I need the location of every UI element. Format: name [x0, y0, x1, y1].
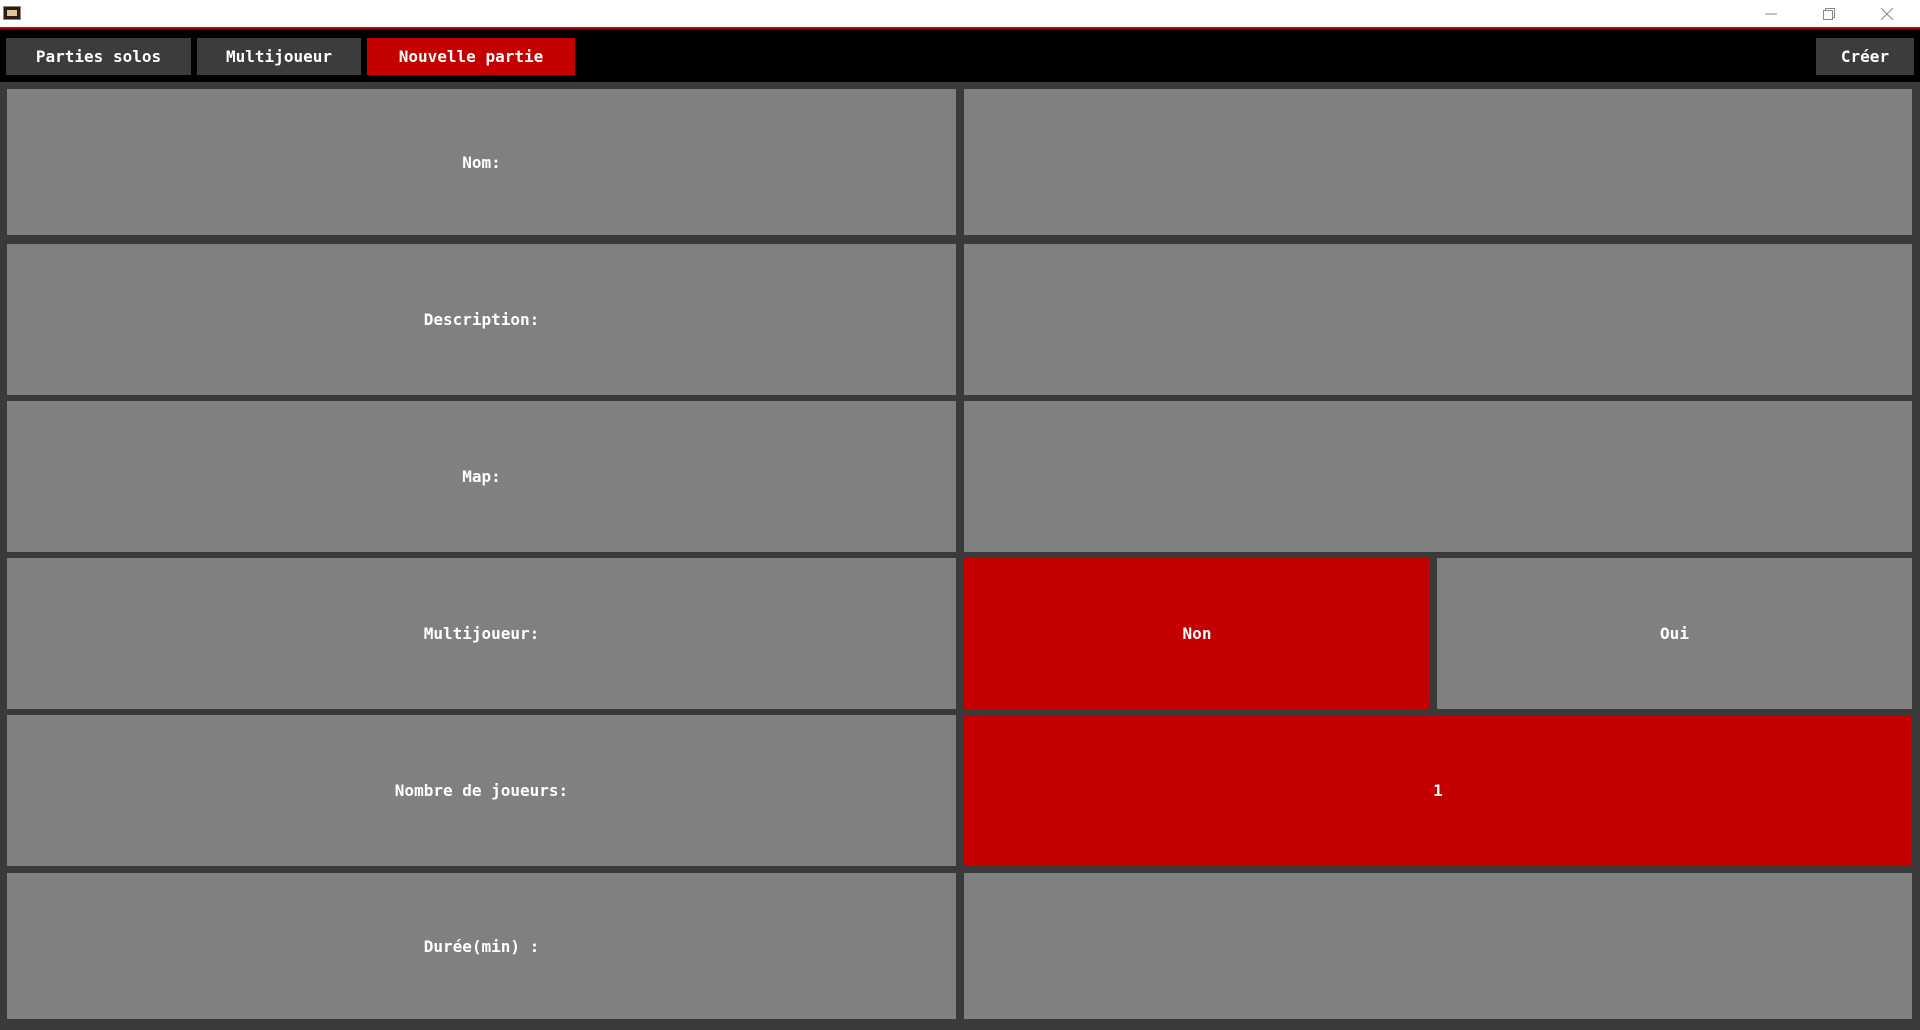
- close-icon[interactable]: [1858, 0, 1916, 28]
- description-input[interactable]: [964, 244, 1912, 395]
- players-count-label: Nombre de joueurs:: [7, 715, 956, 866]
- tab-nouvelle-partie[interactable]: Nouvelle partie: [367, 38, 575, 75]
- map-label: Map:: [7, 401, 956, 552]
- players-count-input[interactable]: 1: [964, 715, 1912, 866]
- top-navigation-bar: Parties solos Multijoueur Nouvelle parti…: [0, 29, 1920, 82]
- restore-icon[interactable]: [1800, 0, 1858, 28]
- create-button[interactable]: Créer: [1816, 38, 1914, 75]
- name-label: Nom:: [7, 89, 956, 235]
- duration-input[interactable]: [964, 873, 1912, 1019]
- tab-parties-solos[interactable]: Parties solos: [6, 38, 191, 75]
- new-game-form: Nom: Description: Map: Multijoueur: Non …: [0, 82, 1920, 1030]
- map-input[interactable]: [964, 401, 1912, 552]
- multiplayer-option-oui[interactable]: Oui: [1437, 558, 1912, 709]
- description-label: Description:: [7, 244, 956, 395]
- name-input[interactable]: [964, 89, 1912, 235]
- multiplayer-option-non[interactable]: Non: [964, 558, 1430, 709]
- window-titlebar: [0, 0, 1920, 29]
- multiplayer-label: Multijoueur:: [7, 558, 956, 709]
- app-icon: [3, 6, 21, 20]
- tab-multijoueur[interactable]: Multijoueur: [197, 38, 361, 75]
- minimize-icon[interactable]: [1742, 0, 1800, 28]
- duration-label: Durée(min) :: [7, 873, 956, 1019]
